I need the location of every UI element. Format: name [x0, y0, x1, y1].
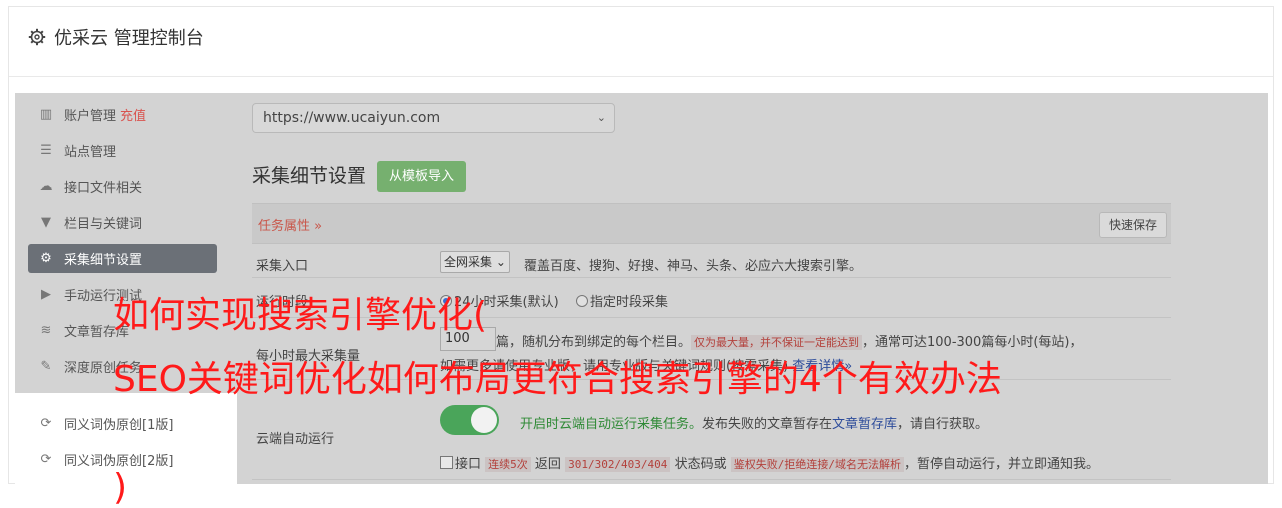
- sidebar-item-label: 同义词伪原创[1版]: [64, 418, 174, 433]
- entry-select-value: 全网采集: [444, 255, 493, 269]
- iface-code-3: 鉴权失败/拒绝连接/域名无法解析: [730, 457, 904, 472]
- overlay-title-line-2: SEO关键词优化如何布局更符合搜索引擎的4个有效办法: [113, 359, 1002, 400]
- cloud-run-label: 云端自动运行: [256, 432, 335, 447]
- site-select-value: https://www.ucaiyun.com: [263, 110, 441, 126]
- cloud-desc: 发布失败的文章暂存在: [702, 417, 833, 432]
- hourly-desc-2: ，通常可达100-300篇每小时(每站)，: [862, 335, 1083, 350]
- refresh-icon: ⟳: [40, 416, 52, 431]
- sidebar-item-label: 站点管理: [64, 145, 117, 160]
- edit-icon: ✎: [40, 359, 52, 374]
- sidebar-item-label: 栏目与关键词: [64, 217, 143, 232]
- time-option-custom[interactable]: 指定时段采集: [576, 291, 668, 310]
- iface-code-2: 301/302/403/404: [565, 457, 671, 472]
- refresh-icon: ⟳: [40, 452, 52, 467]
- sidebar-item-interface-files[interactable]: ☁ 接口文件相关: [28, 172, 217, 201]
- hourly-desc-1: 篇，随机分布到绑定的每个栏目。: [496, 335, 692, 350]
- play-icon: ▶: [41, 287, 51, 302]
- console-header: 优采云 管理控制台: [28, 22, 204, 52]
- article-store-link[interactable]: 文章暂存库: [832, 417, 897, 432]
- cloud-upload-icon: ☁: [39, 179, 53, 194]
- sidebar-item-collect-settings[interactable]: ⚙ 采集细节设置: [28, 244, 217, 273]
- table-header: 任务属性 » 快速保存: [252, 203, 1171, 244]
- entry-select[interactable]: 全网采集 ⌄: [440, 251, 510, 273]
- time-option-custom-label: 指定时段采集: [590, 295, 669, 310]
- sidebar-item-sites[interactable]: ☰ 站点管理: [28, 136, 217, 165]
- cloud-run-toggle[interactable]: [440, 405, 499, 435]
- settings-table: 任务属性 » 快速保存 采集入口 全网采集 ⌄ 覆盖百度、搜狗、好搜、神马、头条…: [252, 203, 1171, 484]
- server-icon: ☰: [40, 143, 52, 158]
- overlay-title-line-1: 如何实现搜索引擎优化(: [113, 295, 488, 336]
- hourly-description: 篇，随机分布到绑定的每个栏目。 仅为最大量，并不保证一定能达到 ，通常可达100-3…: [496, 331, 1082, 350]
- interface-pause-checkbox[interactable]: [440, 456, 453, 469]
- entry-description: 覆盖百度、搜狗、好搜、神马、头条、必应六大搜索引擎。: [524, 259, 863, 274]
- sidebar-item-account[interactable]: ▥ 账户管理 充值: [28, 100, 217, 129]
- filter-icon: ▼: [41, 215, 51, 230]
- hourly-note: 仅为最大量，并不保证一定能达到: [691, 335, 863, 350]
- page-title: 优采云 管理控制台: [54, 28, 204, 49]
- sidebar-item-synonym-v1-visible[interactable]: ⟳ 同义词伪原创[1版]: [28, 409, 217, 438]
- task-attributes-toggle[interactable]: 任务属性 »: [258, 215, 322, 234]
- quick-save-button[interactable]: 快速保存: [1098, 212, 1167, 238]
- cloud-run-description: 开启时云端自动运行采集任务。发布失败的文章暂存在文章暂存库，请自行获取。: [520, 413, 988, 432]
- sidebar-item-keywords[interactable]: ▼ 栏目与关键词: [28, 208, 217, 237]
- toggle-knob: [471, 407, 497, 433]
- iface-text-3: ，暂停自动运行，并立即通知我。: [903, 457, 1099, 472]
- gear-icon: [28, 28, 46, 46]
- sidebar-item-label: 接口文件相关: [64, 181, 143, 196]
- sidebar-item-label: 账户管理: [64, 109, 117, 124]
- iface-text-2: 状态码或: [674, 457, 727, 472]
- chevron-down-icon: ⌄: [596, 111, 606, 124]
- overlay-title-line-3: ): [113, 467, 128, 508]
- cloud-desc-green: 开启时云端自动运行采集任务。: [520, 417, 703, 432]
- cloud-desc-end: ，请自行获取。: [897, 417, 989, 432]
- sidebar-item-label: 采集细节设置: [64, 253, 143, 268]
- gears-icon: ⚙: [40, 251, 52, 266]
- row-divider: [252, 479, 1171, 480]
- row-divider: [252, 277, 1171, 278]
- header-divider: [9, 76, 1273, 77]
- iface-code-1: 连续5次: [485, 457, 531, 472]
- import-template-button[interactable]: 从模板导入: [377, 161, 467, 192]
- section-title: 采集细节设置: [252, 165, 367, 187]
- iface-text-1: 返回: [534, 457, 561, 472]
- bar-chart-icon: ▥: [39, 107, 53, 122]
- iface-prefix: 接口: [455, 457, 482, 472]
- database-icon: ≋: [40, 323, 52, 338]
- recharge-link[interactable]: 充值: [120, 105, 146, 124]
- radio-custom[interactable]: [576, 295, 588, 307]
- interface-pause-option: 接口 连续5次 返回 301/302/403/404 状态码或 鉴权失败/拒绝连…: [440, 453, 1099, 472]
- site-select[interactable]: https://www.ucaiyun.com ⌄: [252, 103, 615, 133]
- entry-label: 采集入口: [256, 259, 309, 274]
